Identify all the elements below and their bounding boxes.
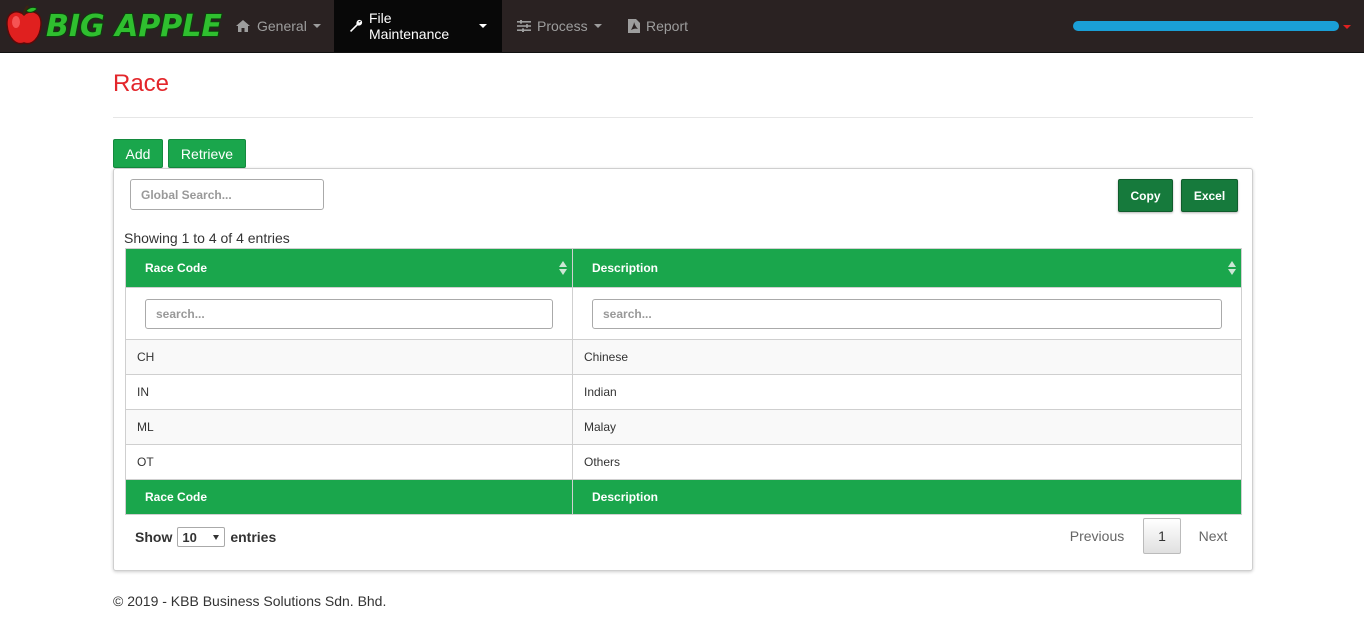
- wrench-icon: [349, 19, 363, 33]
- user-menu-redacted[interactable]: [1073, 21, 1339, 31]
- column-footer-description: Description: [572, 479, 1242, 515]
- race-code-cell: OT: [125, 444, 573, 480]
- chevron-down-icon: [213, 535, 220, 540]
- footer-copyright: © 2019 - KBB Business Solutions Sdn. Bhd…: [113, 593, 387, 609]
- page-title: Race: [113, 70, 170, 97]
- global-search-input[interactable]: Global Search...: [130, 179, 324, 210]
- brand-name: BIG APPLE: [45, 8, 223, 45]
- column-footer-race-code: Race Code: [125, 479, 573, 515]
- column-header-description[interactable]: Description: [572, 248, 1242, 288]
- table-panel: Global Search... Copy Excel Showing 1 to…: [113, 168, 1253, 571]
- top-navbar: BIG APPLE General File Maintenance Proce…: [0, 0, 1364, 53]
- race-code-cell: IN: [125, 374, 573, 410]
- chevron-down-icon: [479, 24, 487, 28]
- description-cell: Others: [572, 444, 1242, 480]
- description-search-input[interactable]: search...: [592, 298, 1222, 329]
- column-header-label: Race Code: [145, 261, 208, 275]
- copy-button[interactable]: Copy: [1118, 179, 1173, 212]
- filter-cell: search...: [125, 287, 573, 340]
- filter-cell: search...: [572, 287, 1242, 340]
- page-length-select[interactable]: 10: [177, 527, 226, 547]
- race-code-cell: ML: [125, 409, 573, 445]
- add-button[interactable]: Add: [113, 139, 163, 168]
- nav-file-maintenance-label: File Maintenance: [369, 10, 450, 42]
- page-length-control: Show 10 entries: [135, 527, 276, 547]
- column-filter-row: search... search...: [125, 287, 1242, 340]
- race-code-cell: CH: [125, 339, 573, 375]
- description-cell: Malay: [572, 409, 1242, 445]
- retrieve-button[interactable]: Retrieve: [168, 139, 246, 168]
- table-row[interactable]: ML Malay: [125, 409, 1242, 445]
- nav-report-label: Report: [646, 18, 689, 34]
- table-row[interactable]: IN Indian: [125, 374, 1242, 410]
- chevron-down-icon[interactable]: [1343, 25, 1351, 29]
- brand-logo[interactable]: BIG APPLE: [4, 4, 223, 48]
- page-length-value: 10: [182, 529, 197, 545]
- nav-process-label: Process: [537, 18, 588, 34]
- excel-button[interactable]: Excel: [1181, 179, 1238, 212]
- chevron-down-icon: [593, 24, 602, 28]
- race-table: Race Code Description search... search..…: [125, 248, 1242, 515]
- nav-report[interactable]: Report: [613, 0, 703, 52]
- chevron-down-icon: [312, 24, 321, 28]
- apple-logo-icon: [4, 5, 44, 47]
- column-header-label: Description: [592, 261, 659, 275]
- show-label: Show: [135, 529, 173, 545]
- table-row[interactable]: OT Others: [125, 444, 1242, 480]
- nav-general[interactable]: General: [220, 0, 336, 52]
- divider: [113, 117, 1253, 118]
- race-code-search-input[interactable]: search...: [145, 298, 553, 329]
- home-icon: [235, 19, 251, 33]
- sort-icon: [1228, 261, 1236, 276]
- pagination-next[interactable]: Next: [1190, 518, 1236, 554]
- nav-general-label: General: [257, 18, 307, 34]
- sliders-icon: [517, 20, 531, 32]
- pdf-file-icon: [628, 19, 640, 33]
- showing-entries-info: Showing 1 to 4 of 4 entries: [124, 230, 290, 246]
- nav-file-maintenance[interactable]: File Maintenance: [334, 0, 502, 52]
- sort-icon: [559, 261, 567, 276]
- entries-label: entries: [230, 529, 277, 545]
- description-cell: Indian: [572, 374, 1242, 410]
- nav-process[interactable]: Process: [502, 0, 617, 52]
- pagination-page-1[interactable]: 1: [1143, 518, 1181, 554]
- pagination-previous[interactable]: Previous: [1062, 518, 1132, 554]
- table-row[interactable]: CH Chinese: [125, 339, 1242, 375]
- description-cell: Chinese: [572, 339, 1242, 375]
- column-header-race-code[interactable]: Race Code: [125, 248, 573, 288]
